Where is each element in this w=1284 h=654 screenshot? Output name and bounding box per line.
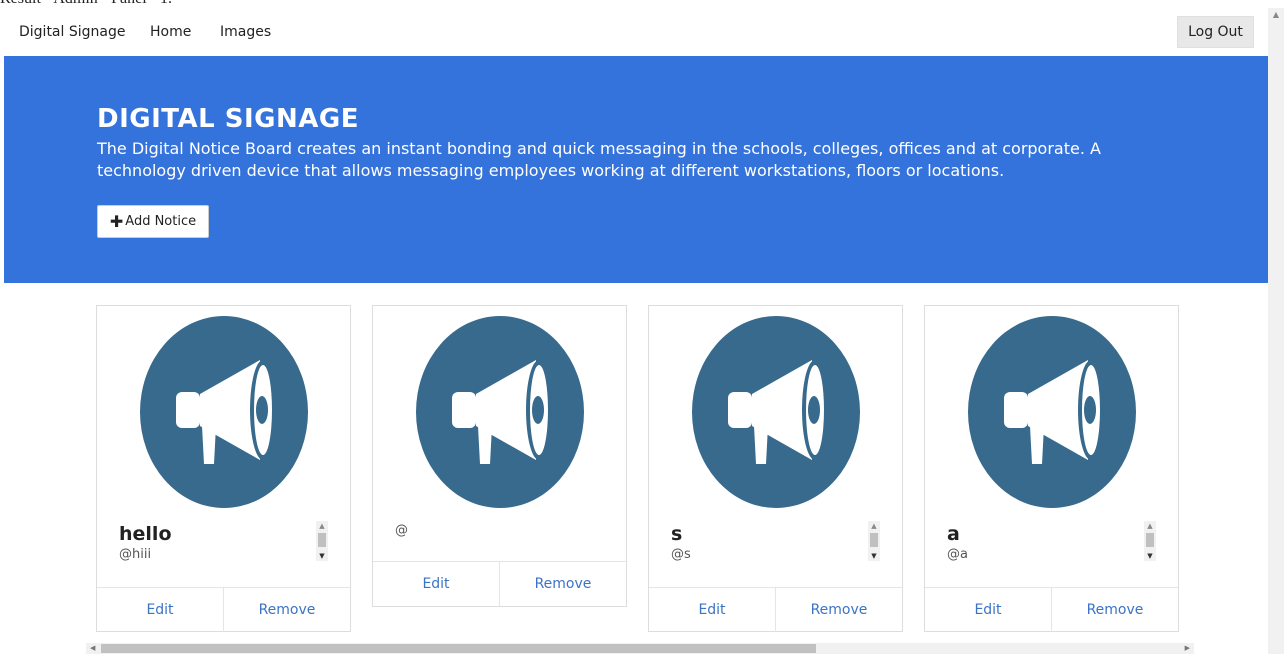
edit-button[interactable]: Edit (649, 588, 775, 632)
card-body: a @a ▲ ▼ (925, 516, 1178, 586)
card-footer: Edit Remove (373, 561, 626, 606)
navbar: Digital Signage Home Images Log Out (0, 8, 1268, 56)
card-body: hello @hiii ▲ ▼ (97, 516, 350, 586)
notice-card: @ Edit Remove (372, 305, 627, 607)
card-body: s @s ▲ ▼ (649, 516, 902, 586)
scroll-down-icon[interactable]: ▼ (316, 551, 328, 561)
megaphone-icon (416, 316, 584, 508)
card-handle: @hiii (119, 547, 152, 562)
card-title: hello (119, 523, 172, 545)
page-description: The Digital Notice Board creates an inst… (97, 139, 1101, 180)
scroll-down-icon[interactable]: ▼ (868, 551, 880, 561)
card-scrollbar[interactable]: ▲ ▼ (1144, 521, 1156, 561)
scroll-up-icon[interactable]: ▲ (316, 521, 328, 531)
scroll-down-icon[interactable]: ▼ (1144, 551, 1156, 561)
nav-link-images[interactable]: Images (220, 22, 271, 42)
notice-card: hello @hiii ▲ ▼ Edit Remove (96, 305, 351, 632)
scroll-left-icon[interactable]: ◀ (90, 643, 95, 654)
card-scrollbar[interactable]: ▲ ▼ (316, 521, 328, 561)
plus-icon: ✚ (109, 211, 124, 231)
card-handle: @ (395, 523, 408, 538)
remove-button[interactable]: Remove (499, 562, 626, 606)
scroll-thumb[interactable] (870, 533, 878, 547)
card-footer: Edit Remove (925, 587, 1178, 632)
card-scrollbar[interactable]: ▲ ▼ (868, 521, 880, 561)
card-handle: @s (671, 547, 691, 562)
notice-card: a @a ▲ ▼ Edit Remove (924, 305, 1179, 632)
card-footer: Edit Remove (649, 587, 902, 632)
scroll-up-icon[interactable]: ▲ (1268, 8, 1284, 22)
scroll-up-icon[interactable]: ▲ (868, 521, 880, 531)
nav-brand[interactable]: Digital Signage (19, 22, 125, 42)
card-title: a (947, 523, 960, 545)
edit-button[interactable]: Edit (373, 562, 499, 606)
card-handle: @a (947, 547, 968, 562)
scroll-thumb[interactable] (318, 533, 326, 547)
nav-link-home[interactable]: Home (150, 22, 191, 42)
add-notice-button[interactable]: ✚ Add Notice (97, 205, 209, 238)
page-title: DIGITAL SIGNAGE (97, 104, 359, 134)
edit-button[interactable]: Edit (97, 588, 223, 632)
edit-button[interactable]: Edit (925, 588, 1051, 632)
logout-button[interactable]: Log Out (1177, 16, 1254, 48)
scroll-right-icon[interactable]: ▶ (1185, 643, 1190, 654)
add-notice-label: Add Notice (125, 214, 197, 229)
card-title: s (671, 523, 683, 545)
scroll-up-icon[interactable]: ▲ (1144, 521, 1156, 531)
megaphone-icon (692, 316, 860, 508)
page-caption: Result - Admin - Panel - 1. (0, 0, 172, 8)
megaphone-icon (140, 316, 308, 508)
remove-button[interactable]: Remove (775, 588, 902, 632)
jumbotron: DIGITAL SIGNAGE The Digital Notice Board… (4, 56, 1268, 283)
horizontal-scrollbar[interactable]: ◀ ▶ (86, 643, 1194, 654)
horizontal-scroll-thumb[interactable] (101, 644, 816, 653)
remove-button[interactable]: Remove (223, 588, 350, 632)
megaphone-icon (968, 316, 1136, 508)
card-footer: Edit Remove (97, 587, 350, 632)
scroll-thumb[interactable] (1146, 533, 1154, 547)
vertical-scrollbar[interactable]: ▲ (1268, 8, 1284, 654)
remove-button[interactable]: Remove (1051, 588, 1178, 632)
notice-card: s @s ▲ ▼ Edit Remove (648, 305, 903, 632)
card-body: @ (373, 516, 626, 560)
